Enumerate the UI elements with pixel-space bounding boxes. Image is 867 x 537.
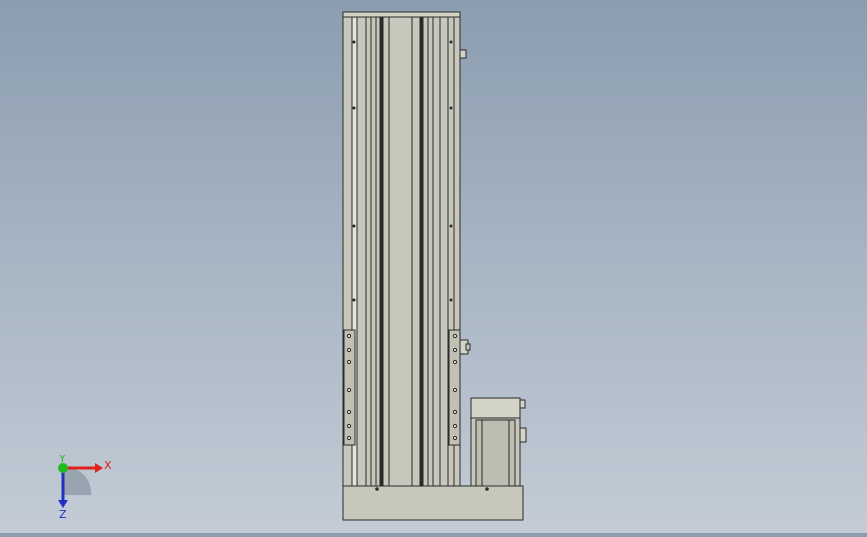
y-axis-label: Y (58, 455, 66, 465)
limit-sensor-connector (465, 343, 471, 351)
z-axis-label: Z (59, 508, 67, 521)
base-plate-body[interactable] (342, 485, 524, 521)
linear-actuator-body[interactable] (342, 11, 467, 487)
base-screw-right (485, 487, 489, 491)
z-axis-arrow (58, 500, 68, 508)
x-axis-label: X (104, 459, 112, 472)
base-plate[interactable] (342, 485, 524, 521)
actuator-top-cap[interactable] (342, 11, 461, 18)
triad-shadow (63, 466, 92, 495)
motor-fitting-top (519, 399, 526, 409)
x-axis-arrow (95, 463, 103, 473)
profile-slot-left (379, 16, 384, 487)
motor-connector[interactable] (519, 427, 527, 443)
motor-coupling-cover[interactable] (470, 397, 521, 419)
motor-assembly[interactable] (470, 397, 527, 487)
cad-model-drawing[interactable] (0, 0, 867, 533)
cad-graphics-viewport[interactable]: X Y Z (0, 0, 867, 533)
profile-slot-right (419, 16, 424, 487)
base-screw-left (375, 487, 379, 491)
limit-sensor-top[interactable] (459, 49, 467, 59)
coordinate-triad[interactable]: X Y Z (45, 455, 135, 525)
actuator-main-profile[interactable] (342, 11, 461, 487)
